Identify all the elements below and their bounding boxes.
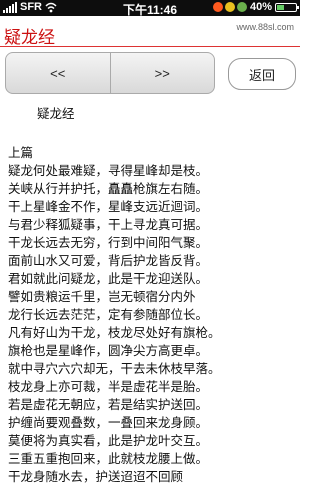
poem-line: 三重五重抱回来，此就枝龙腰上做。 bbox=[8, 451, 209, 466]
poem-line: 干龙身随水去，护送迢迢不回顾 bbox=[8, 469, 184, 484]
poem-line: 面前山水又可爱，背后护龙皆反背。 bbox=[8, 253, 209, 268]
poem-line: 凡有好山为干龙，枝龙尽处好有旗枪。 bbox=[8, 325, 221, 340]
header-divider bbox=[0, 46, 300, 47]
poem-line: 若是虚花无朝应，若是结实护送回。 bbox=[8, 397, 209, 412]
poem-line: 关峡从行并护托，矗矗枪旗左右随。 bbox=[8, 181, 209, 196]
next-page-button[interactable]: >> bbox=[111, 53, 215, 93]
poem-line: 就中寻穴六穴却无，干去未休枝早落。 bbox=[8, 361, 221, 376]
poem-line: 旗枪也是星峰作，圆净尖方高更卓。 bbox=[8, 343, 209, 358]
indicator-icon bbox=[236, 2, 247, 12]
poem-lines: 疑龙何处最难疑，寻得星峰却是枝。 关峡从行并护托，矗矗枪旗左右随。 干上星峰金不作，… bbox=[8, 162, 298, 486]
poem-line: 干上星峰金不作，星峰支远近迴词。 bbox=[8, 199, 209, 214]
poem-line: 护缠尚要观叠数，一叠回来龙身顾。 bbox=[8, 415, 209, 430]
poem-line: 干龙长远去无穷，行到中间阳气聚。 bbox=[8, 235, 209, 250]
poem-line: 譬如贵粮运千里，岂无顿宿分内外 bbox=[8, 289, 196, 304]
back-button[interactable]: 返回 bbox=[228, 58, 296, 90]
poem-line: 与君少释狐疑事，干上寻龙真可据。 bbox=[8, 217, 209, 232]
prev-page-button[interactable]: << bbox=[6, 53, 110, 93]
status-bar: SFR 下午11:46 40% bbox=[0, 0, 300, 17]
poem-line: 枝龙身上亦可裁，半是虚花半是胎。 bbox=[8, 379, 209, 394]
page-title: 疑龙经 bbox=[4, 28, 55, 48]
poem-line: 莫便将为真实看，此是护龙叶交互。 bbox=[8, 433, 209, 448]
poem-content: 疑龙经 上篇 疑龙何处最难疑，寻得星峰却是枝。 关峡从行并护托，矗矗枪旗左右随。干… bbox=[8, 105, 298, 486]
poem-title: 疑龙经 bbox=[37, 106, 75, 121]
poem-line: 龙行长远去茫茫，定有参随部位长。 bbox=[8, 307, 209, 322]
indicator-icon bbox=[212, 2, 223, 12]
poem-line: 君如就此问疑龙，此是干龙迎送队。 bbox=[8, 271, 209, 286]
indicator-icons bbox=[212, 2, 247, 12]
status-right: 40% bbox=[212, 1, 299, 13]
site-watermark: www.88sl.com bbox=[236, 22, 294, 32]
battery-percent: 40% bbox=[249, 1, 272, 13]
poem-line: 疑龙何处最难疑，寻得星峰却是枝。 bbox=[8, 163, 209, 178]
page-nav-segment: << >> bbox=[5, 52, 215, 94]
indicator-icon bbox=[224, 2, 235, 12]
battery-icon bbox=[275, 2, 299, 12]
section-heading: 上篇 bbox=[8, 145, 34, 160]
